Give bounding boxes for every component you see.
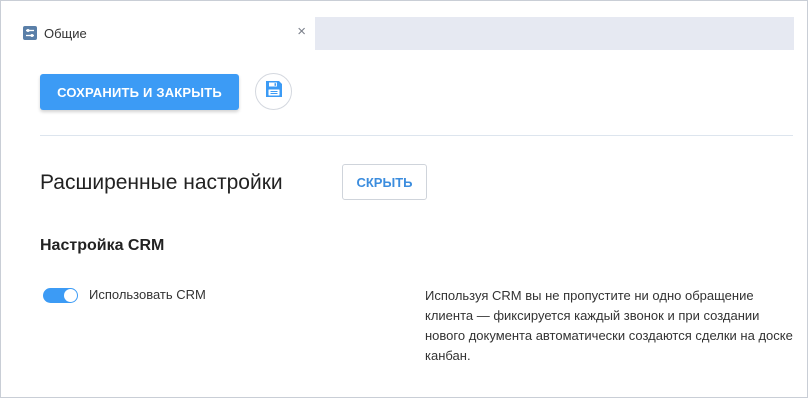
settings-sliders-icon	[22, 25, 38, 41]
save-and-close-button[interactable]: СОХРАНИТЬ И ЗАКРЫТЬ	[40, 74, 239, 110]
crm-settings-title: Настройка CRM	[40, 237, 165, 254]
crm-description: Используя CRM вы не пропустите ни одно о…	[425, 288, 793, 363]
save-button[interactable]	[255, 73, 292, 110]
tab-bar-empty-area	[315, 17, 794, 50]
close-icon[interactable]: ×	[297, 24, 306, 40]
window-frame: Общие × СОХРАНИТЬ И ЗАКРЫТЬ Расширенные …	[0, 0, 808, 398]
section-title: Расширенные настройки	[40, 171, 283, 194]
use-crm-label: Использовать CRM	[89, 287, 206, 302]
toggle-knob	[64, 289, 77, 302]
floppy-disk-icon	[264, 79, 284, 104]
tab-bar: Общие ×	[2, 2, 807, 50]
use-crm-toggle[interactable]	[43, 288, 78, 303]
hide-button[interactable]: СКРЫТЬ	[342, 164, 427, 200]
toolbar-divider	[40, 135, 793, 136]
tab-general[interactable]: Общие ×	[10, 16, 314, 50]
tab-general-label: Общие	[44, 25, 87, 41]
